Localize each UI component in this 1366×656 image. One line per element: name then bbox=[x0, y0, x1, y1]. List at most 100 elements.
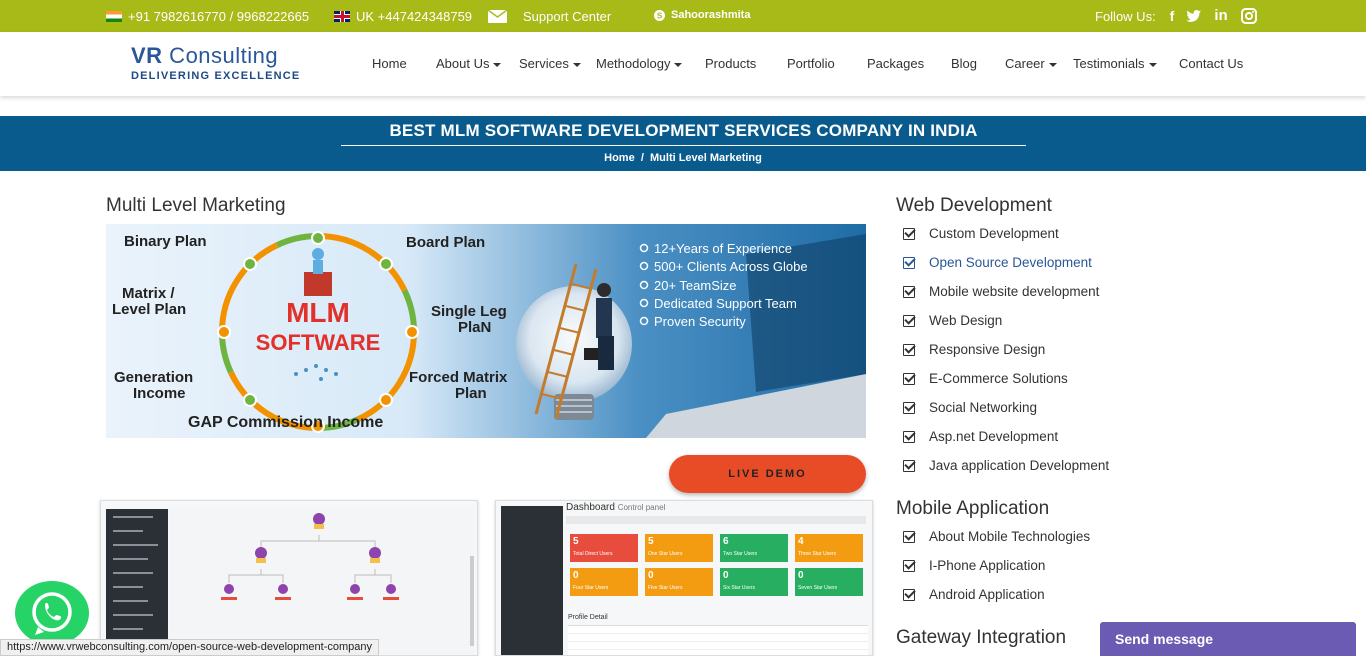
hero-generation: Generation bbox=[114, 369, 193, 386]
dashboard-stat-number: 0 bbox=[798, 570, 804, 581]
hero-gap-commission: GAP Commission Income bbox=[188, 414, 383, 431]
dashboard-stat-card: 5 Total Direct Users bbox=[570, 534, 638, 562]
web-development-item[interactable]: E-Commerce Solutions bbox=[903, 371, 1068, 386]
svg-text:S: S bbox=[657, 11, 663, 20]
web-development-item[interactable]: Web Design bbox=[903, 313, 1002, 328]
browser-status-bar: https://www.vrwebconsulting.com/open-sou… bbox=[0, 639, 380, 656]
hero-bullet-experience: 12+Years of Experience bbox=[654, 241, 792, 256]
whatsapp-button[interactable] bbox=[15, 581, 89, 645]
dashboard-profile-table bbox=[568, 625, 868, 655]
logo-title: VR Consulting bbox=[131, 43, 279, 68]
mobile-application-item-label: About Mobile Technologies bbox=[929, 529, 1091, 544]
logo[interactable]: VR Consulting DELIVERING EXCELLENCE bbox=[131, 43, 300, 82]
india-flag-icon bbox=[106, 11, 122, 22]
nav-contact-us[interactable]: Contact Us bbox=[1179, 56, 1243, 71]
dashboard-stat-number: 5 bbox=[648, 536, 654, 547]
nav-products[interactable]: Products bbox=[705, 56, 756, 71]
dashboard-stat-card: 6 Two Star Users bbox=[720, 534, 788, 562]
dashboard-profile-title: Profile Detail bbox=[568, 614, 608, 621]
web-development-item-label: Social Networking bbox=[929, 400, 1038, 415]
hero-level-plan: Level Plan bbox=[112, 301, 186, 318]
web-development-item[interactable]: Java application Development bbox=[903, 458, 1109, 473]
instagram-icon[interactable] bbox=[1241, 8, 1257, 24]
dashboard-stat-label: One Star Users bbox=[648, 551, 683, 557]
web-development-item-label: Responsive Design bbox=[929, 342, 1046, 357]
nav-about-us[interactable]: About Us bbox=[436, 56, 502, 71]
facebook-icon[interactable]: f bbox=[1164, 8, 1180, 24]
dashboard-stat-number: 5 bbox=[573, 536, 579, 547]
web-development-item-label: Asp.net Development bbox=[929, 429, 1059, 444]
linkedin-icon[interactable]: in bbox=[1213, 8, 1229, 24]
chevron-down-icon bbox=[493, 62, 502, 67]
checkbox-check-icon bbox=[903, 314, 915, 327]
mlm-tree-screenshot[interactable] bbox=[100, 500, 478, 656]
page-banner: BEST MLM SOFTWARE DEVELOPMENT SERVICES C… bbox=[0, 116, 1366, 171]
dashboard-stat-label: Four Star Users bbox=[573, 585, 609, 591]
dashboard-stat-card: 0 Seven Star Users bbox=[795, 568, 863, 596]
twitter-icon[interactable] bbox=[1186, 8, 1202, 24]
uk-flag-icon bbox=[334, 11, 350, 22]
hero-binary-plan: Binary Plan bbox=[124, 233, 207, 250]
hero-forced-matrix-plan: Plan bbox=[455, 385, 487, 402]
dashboard-stat-card: 0 Six Star Users bbox=[720, 568, 788, 596]
mobile-application-item[interactable]: About Mobile Technologies bbox=[903, 529, 1090, 544]
support-center-link[interactable]: Support Center bbox=[488, 9, 611, 24]
phone-uk[interactable]: UK +447424348759 bbox=[334, 9, 472, 24]
hero-single-leg: Single Leg bbox=[431, 303, 507, 320]
hero-mlm-text: MLM bbox=[286, 297, 350, 328]
dashboard-breadcrumb-bar bbox=[566, 516, 866, 524]
chevron-down-icon bbox=[1148, 62, 1157, 67]
web-development-item[interactable]: Social Networking bbox=[903, 400, 1037, 415]
web-development-item[interactable]: Custom Development bbox=[903, 226, 1059, 241]
mobile-application-item-label: Android Application bbox=[929, 587, 1045, 602]
web-development-item[interactable]: Responsive Design bbox=[903, 342, 1045, 357]
phone-india[interactable]: +91 7982616770 / 9968222665 bbox=[106, 9, 309, 24]
checkbox-check-icon bbox=[903, 459, 915, 472]
nav-services[interactable]: Services bbox=[519, 56, 581, 71]
web-development-item[interactable]: Mobile website development bbox=[903, 284, 1099, 299]
envelope-icon bbox=[488, 10, 507, 23]
breadcrumb-current: Multi Level Marketing bbox=[650, 152, 762, 164]
dashboard-stat-number: 4 bbox=[798, 536, 804, 547]
send-message-chat-button[interactable]: Send message bbox=[1100, 622, 1356, 656]
hero-matrix: Matrix / bbox=[122, 285, 175, 302]
nav-blog[interactable]: Blog bbox=[951, 56, 977, 71]
whatsapp-icon bbox=[32, 592, 72, 635]
dashboard-title: Dashboard Control panel bbox=[566, 502, 666, 513]
nav-methodology[interactable]: Methodology bbox=[596, 56, 683, 71]
hero-bullet-clients: 500+ Clients Across Globe bbox=[654, 259, 808, 274]
checkbox-check-icon bbox=[903, 285, 915, 298]
dashboard-stat-number: 0 bbox=[648, 570, 654, 581]
nav-home[interactable]: Home bbox=[372, 56, 407, 71]
live-demo-button[interactable]: LIVE DEMO bbox=[669, 455, 866, 493]
nav-testimonials[interactable]: Testimonials bbox=[1073, 56, 1157, 71]
web-development-item[interactable]: Asp.net Development bbox=[903, 429, 1058, 444]
web-development-item-label: Java application Development bbox=[929, 458, 1110, 473]
hero-generation-income: Income bbox=[133, 385, 186, 402]
hero-bullet-security: Proven Security bbox=[654, 314, 746, 329]
dashboard-stat-label: Five Star Users bbox=[648, 585, 683, 591]
mobile-application-item[interactable]: I-Phone Application bbox=[903, 558, 1045, 573]
web-development-item-label: Mobile website development bbox=[929, 284, 1100, 299]
breadcrumb-home[interactable]: Home bbox=[604, 152, 635, 164]
dashboard-stat-number: 0 bbox=[723, 570, 729, 581]
mlm-hero-graphic: MLM SOFTWARE Binary Plan Board Plan Matr… bbox=[112, 231, 866, 438]
hero-bullet-teamsize: 20+ TeamSize bbox=[654, 278, 737, 293]
skype-link[interactable]: S Sahoorashmita bbox=[654, 9, 750, 21]
main-section-title: Multi Level Marketing bbox=[106, 195, 286, 216]
top-bar: +91 7982616770 / 9968222665 UK +44742434… bbox=[0, 0, 1366, 32]
site-header: VR Consulting DELIVERING EXCELLENCE Home… bbox=[0, 32, 1366, 96]
mobile-application-item[interactable]: Android Application bbox=[903, 587, 1045, 602]
nav-portfolio[interactable]: Portfolio bbox=[787, 56, 835, 71]
nav-packages[interactable]: Packages bbox=[867, 56, 924, 71]
hero-bullet-support: Dedicated Support Team bbox=[654, 296, 797, 311]
nav-career[interactable]: Career bbox=[1005, 56, 1057, 71]
checkbox-check-icon bbox=[903, 530, 915, 543]
web-development-title: Web Development bbox=[896, 195, 1052, 216]
checkbox-check-icon bbox=[903, 401, 915, 414]
web-development-item[interactable]: Open Source Development bbox=[903, 255, 1092, 270]
mlm-dashboard-screenshot[interactable]: Dashboard Control panel 5 Total Direct Us… bbox=[495, 500, 873, 656]
web-development-item-label: Custom Development bbox=[929, 226, 1059, 241]
dashboard-stat-label: Total Direct Users bbox=[573, 551, 613, 557]
checkbox-check-icon bbox=[903, 343, 915, 356]
